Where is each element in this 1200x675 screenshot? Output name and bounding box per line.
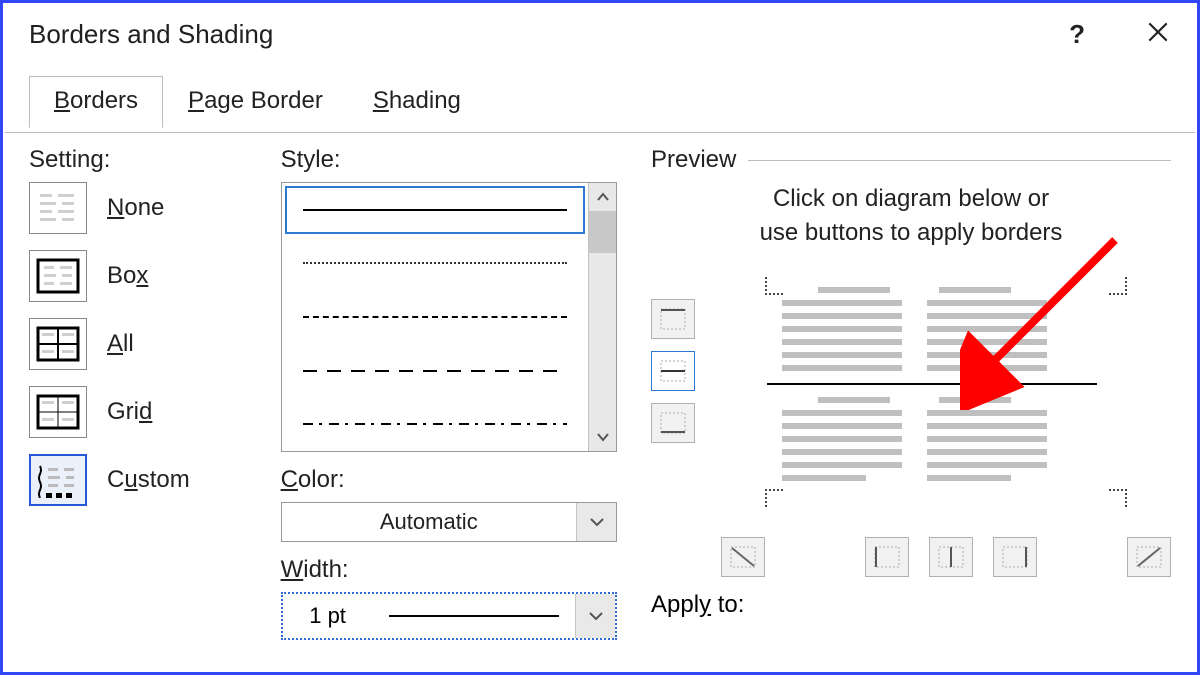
width-combo[interactable]: 1 pt	[281, 592, 617, 640]
color-combo[interactable]: Automatic	[281, 502, 617, 542]
preview-side-buttons	[651, 299, 695, 519]
style-scrollbar[interactable]	[588, 183, 616, 451]
chevron-down-icon	[589, 611, 603, 621]
preview-divider	[748, 160, 1171, 161]
border-vmid-icon	[937, 545, 965, 569]
setting-grid[interactable]: Grid	[29, 386, 257, 438]
border-top-icon	[659, 307, 687, 331]
border-left-button[interactable]	[865, 537, 909, 577]
all-icon	[36, 326, 80, 362]
border-bottom-button[interactable]	[651, 403, 695, 443]
preview-hint: Click on diagram below oruse buttons to …	[651, 182, 1171, 249]
color-value: Automatic	[282, 509, 576, 535]
color-combo-arrow[interactable]	[576, 503, 616, 541]
diag-up-icon	[1135, 545, 1163, 569]
tab-borders[interactable]: Borders	[29, 76, 163, 128]
style-listbox[interactable]	[281, 182, 617, 452]
chevron-down-icon	[597, 432, 609, 442]
box-icon	[36, 258, 80, 294]
border-left-icon	[873, 545, 901, 569]
border-vmid-button[interactable]	[929, 537, 973, 577]
tab-shading[interactable]: Shading	[348, 76, 486, 128]
scroll-thumb[interactable]	[589, 211, 616, 253]
preview-diagram[interactable]	[737, 279, 1097, 519]
scroll-down-button[interactable]	[589, 423, 616, 451]
grid-icon	[36, 394, 80, 430]
style-label: Style:	[281, 146, 617, 174]
diag-down-icon	[729, 545, 757, 569]
width-label: Width:	[281, 556, 617, 584]
dialog-titlebar: Borders and Shading ?	[5, 5, 1195, 56]
width-sample-line	[389, 615, 559, 617]
tab-page-border[interactable]: Page Border	[163, 76, 348, 128]
style-option-solid[interactable]	[282, 183, 588, 237]
border-diag-down-button[interactable]	[721, 537, 765, 577]
style-option-dotted-fine[interactable]	[282, 237, 588, 291]
border-right-icon	[1001, 545, 1029, 569]
style-option-dashdot[interactable]	[282, 397, 588, 451]
dialog-title: Borders and Shading	[29, 19, 273, 50]
border-hmid-button[interactable]	[651, 351, 695, 391]
border-top-button[interactable]	[651, 299, 695, 339]
close-icon	[1145, 19, 1171, 45]
chevron-up-icon	[597, 192, 609, 202]
setting-box[interactable]: Box	[29, 250, 257, 302]
help-button[interactable]: ?	[1069, 19, 1085, 50]
setting-label: Setting:	[29, 146, 257, 174]
style-column: Style:	[281, 146, 617, 640]
border-bottom-icon	[659, 411, 687, 435]
style-option-dashed-wide[interactable]	[282, 344, 588, 398]
setting-all[interactable]: All	[29, 318, 257, 370]
width-combo-arrow[interactable]	[575, 594, 615, 638]
border-hmid-icon	[659, 359, 687, 383]
color-label: Color:	[281, 466, 617, 494]
chevron-down-icon	[590, 517, 604, 527]
border-diag-up-button[interactable]	[1127, 537, 1171, 577]
style-option-dashed[interactable]	[282, 290, 588, 344]
tab-row: Borders Page Border Shading	[29, 76, 1195, 128]
preview-column: Preview Click on diagram below oruse but…	[641, 146, 1171, 640]
none-icon	[36, 190, 80, 226]
close-button[interactable]	[1145, 19, 1171, 50]
width-value: 1 pt	[283, 603, 373, 629]
setting-column: Setting: None	[29, 146, 257, 640]
border-right-button[interactable]	[993, 537, 1037, 577]
scroll-up-button[interactable]	[589, 183, 616, 211]
setting-none[interactable]: None	[29, 182, 257, 234]
preview-label: Preview	[651, 146, 736, 174]
preview-bottom-buttons	[721, 537, 1171, 577]
custom-icon	[36, 462, 80, 498]
setting-custom[interactable]: Custom	[29, 454, 257, 506]
apply-to-label: Apply to:	[651, 591, 1171, 619]
